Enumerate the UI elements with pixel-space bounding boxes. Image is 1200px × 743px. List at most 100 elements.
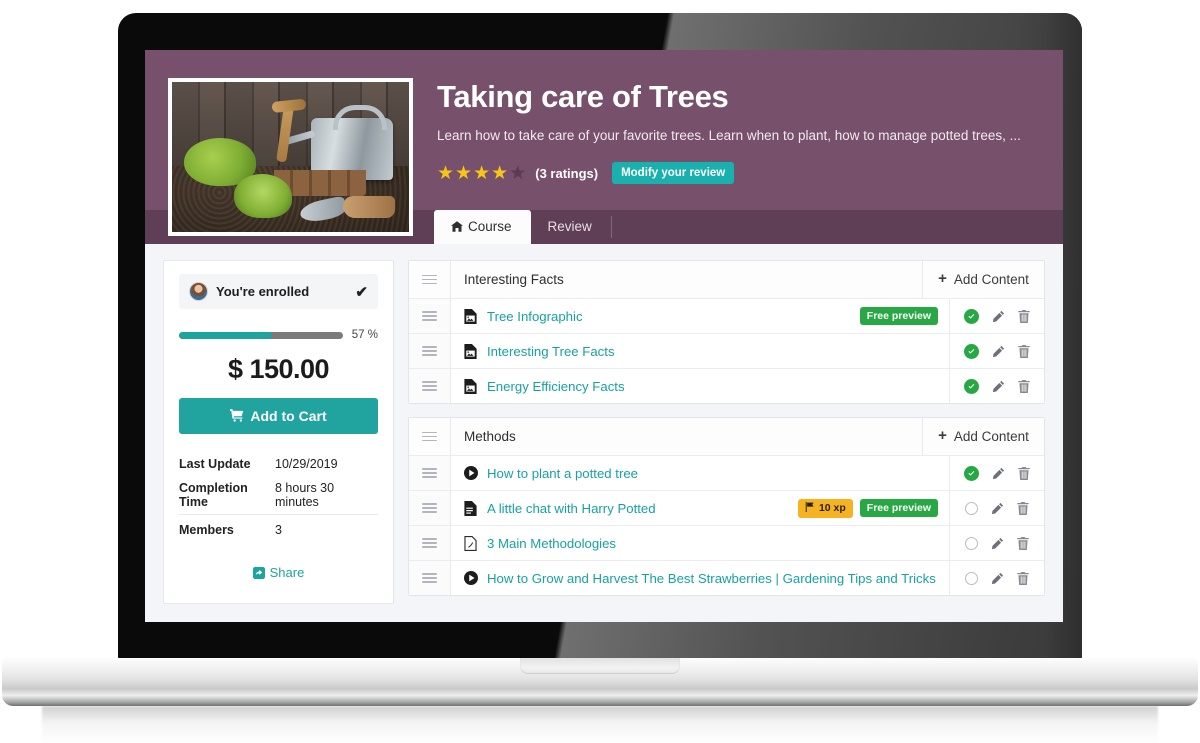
row-drag-handle[interactable] <box>409 561 451 595</box>
plus-icon: + <box>938 427 947 444</box>
delete-button[interactable] <box>1018 466 1030 480</box>
progress-row: 57 % <box>179 329 378 341</box>
section-title: Methods <box>464 429 516 444</box>
section-drag-handle[interactable] <box>409 418 451 455</box>
tab-review[interactable]: Review <box>531 210 611 244</box>
course-content: Interesting Facts + Add Content Tree Infogr… <box>408 260 1045 622</box>
meta-key: Members <box>179 514 275 542</box>
tab-course-label: Course <box>468 219 512 235</box>
flag-icon <box>805 501 815 515</box>
row-badges <box>938 526 949 560</box>
share-row: Share <box>179 564 378 582</box>
row-drag-handle[interactable] <box>409 526 451 560</box>
star-empty-icon[interactable]: ★ <box>509 163 527 184</box>
add-to-cart-button[interactable]: Add to Cart <box>179 398 378 434</box>
progress-bar-fill <box>179 331 273 339</box>
star-rating[interactable]: ★★★★★ <box>437 164 527 183</box>
modify-review-button[interactable]: Modify your review <box>612 162 735 185</box>
add-content-label: Add Content <box>953 429 1029 444</box>
toggle-complete-button[interactable] <box>964 343 979 359</box>
row-title-link[interactable]: How to plant a potted tree <box>487 466 638 481</box>
delete-button[interactable] <box>1017 571 1029 585</box>
content-row: How to plant a potted tree <box>409 455 1044 490</box>
free-preview-badge: Free preview <box>859 307 938 325</box>
star-filled-icon[interactable]: ★ <box>437 163 455 184</box>
delete-button[interactable] <box>1017 536 1029 550</box>
row-actions <box>949 334 1044 368</box>
section-header: Interesting Facts + Add Content <box>409 261 1044 298</box>
row-actions <box>949 561 1044 595</box>
table-row: Last Update 10/29/2019 <box>179 452 378 476</box>
laptop-reflection <box>42 706 1158 743</box>
row-actions <box>949 456 1044 490</box>
share-icon <box>252 567 265 582</box>
tab-course[interactable]: Course <box>434 210 531 244</box>
toggle-complete-button[interactable] <box>965 536 978 550</box>
edit-button[interactable] <box>991 572 1004 585</box>
section-drag-handle[interactable] <box>409 261 451 298</box>
edit-button[interactable] <box>991 537 1004 550</box>
rating-count: (3 ratings) <box>535 165 599 181</box>
row-drag-handle[interactable] <box>409 491 451 525</box>
row-badges <box>938 369 949 403</box>
course-thumbnail <box>168 78 413 236</box>
content-row: How to Grow and Harvest The Best Strawbe… <box>409 560 1044 595</box>
star-filled-icon[interactable]: ★ <box>455 163 473 184</box>
delete-button[interactable] <box>1017 501 1029 515</box>
delete-button[interactable] <box>1018 344 1030 358</box>
content-section: Interesting Facts + Add Content Tree Infogr… <box>408 260 1045 404</box>
star-filled-icon[interactable]: ★ <box>491 163 509 184</box>
toggle-complete-button[interactable] <box>964 378 979 394</box>
toggle-complete-button[interactable] <box>965 571 978 585</box>
row-main: Tree Infographic <box>451 299 860 333</box>
content-row: Interesting Tree Facts <box>409 333 1044 368</box>
edit-button[interactable] <box>992 310 1005 323</box>
edit-button[interactable] <box>992 467 1005 480</box>
row-title-link[interactable]: How to Grow and Harvest The Best Strawbe… <box>487 571 936 586</box>
avatar <box>189 282 208 301</box>
course-hero: Taking care of Trees Learn how to take c… <box>145 50 1063 236</box>
row-title-link[interactable]: Energy Efficiency Facts <box>487 379 625 394</box>
enrolled-label: You're enrolled <box>216 284 310 299</box>
add-content-button[interactable]: + Add Content <box>922 418 1044 455</box>
row-badges: 10 xp Free preview <box>797 491 949 525</box>
star-filled-icon[interactable]: ★ <box>473 163 491 184</box>
share-button[interactable]: Share <box>252 565 305 582</box>
enrollment-status: You're enrolled ✔ <box>179 274 378 309</box>
row-drag-handle[interactable] <box>409 334 451 368</box>
circle-empty-icon <box>965 571 978 585</box>
content-row: A little chat with Harry Potted 10 xp Free… <box>409 490 1044 525</box>
add-content-button[interactable]: + Add Content <box>922 261 1044 298</box>
edit-button[interactable] <box>992 345 1005 358</box>
meta-key: Last Update <box>179 457 251 471</box>
toggle-complete-button[interactable] <box>965 501 978 515</box>
delete-button[interactable] <box>1018 309 1030 323</box>
page-body: You're enrolled ✔ 57 % $ 150.00 Add to C… <box>145 244 1063 622</box>
row-main: Energy Efficiency Facts <box>451 369 938 403</box>
row-title-link[interactable]: Interesting Tree Facts <box>487 344 615 359</box>
toggle-complete-button[interactable] <box>964 465 979 481</box>
row-drag-handle[interactable] <box>409 299 451 333</box>
edit-button[interactable] <box>992 380 1005 393</box>
row-title-link[interactable]: Tree Infographic <box>487 309 583 324</box>
row-title-link[interactable]: 3 Main Methodologies <box>487 536 616 551</box>
course-sidebar: You're enrolled ✔ 57 % $ 150.00 Add to C… <box>163 260 394 604</box>
row-drag-handle[interactable] <box>409 456 451 490</box>
video-play-icon <box>464 570 478 586</box>
circle-empty-icon <box>965 536 978 550</box>
check-icon: ✔ <box>355 283 368 301</box>
drag-handle-icon <box>422 501 437 515</box>
toggle-complete-button[interactable] <box>964 308 979 324</box>
edit-button[interactable] <box>991 502 1004 515</box>
add-content-label: Add Content <box>953 272 1029 287</box>
image-file-icon <box>464 378 478 394</box>
page-title: Taking care of Trees <box>437 79 729 114</box>
share-label: Share <box>269 565 305 580</box>
row-main: Interesting Tree Facts <box>451 334 938 368</box>
meta-key: Completion Time <box>179 481 248 509</box>
delete-button[interactable] <box>1018 379 1030 393</box>
row-main: A little chat with Harry Potted <box>451 491 798 525</box>
row-title-link[interactable]: A little chat with Harry Potted <box>487 501 656 516</box>
row-actions <box>949 299 1044 333</box>
row-drag-handle[interactable] <box>409 369 451 403</box>
